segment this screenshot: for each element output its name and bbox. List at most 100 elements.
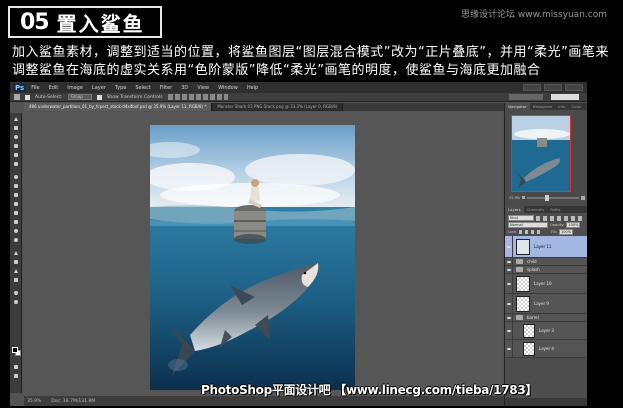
show-transform-checkbox[interactable]: [96, 94, 102, 100]
3d-mode-buttons[interactable]: [509, 94, 543, 100]
step-number: 05: [20, 9, 50, 35]
move-tool-icon[interactable]: [14, 94, 20, 100]
group-select-value: Group: [70, 94, 83, 99]
menu-edit[interactable]: Edit: [49, 85, 59, 91]
zoom-slider[interactable]: [527, 194, 579, 201]
navigator-panel-tabs: Navigator Histogram Info Color: [505, 103, 587, 110]
layer-thumbnail: [516, 238, 530, 255]
tab-layers[interactable]: Layers: [505, 206, 524, 213]
menu-image[interactable]: Image: [67, 85, 83, 91]
filter-icons[interactable]: [536, 215, 582, 221]
menu-filter[interactable]: Filter: [160, 85, 172, 91]
layers-footer-buttons[interactable]: [505, 398, 587, 406]
eraser-tool-icon[interactable]: [12, 209, 20, 217]
brush-tool-icon[interactable]: [12, 182, 20, 190]
menu-type[interactable]: Type: [115, 85, 126, 91]
layer-row[interactable]: Layer 3: [505, 322, 587, 340]
visibility-eye-icon[interactable]: [505, 340, 513, 357]
layer-row[interactable]: Layer 10: [505, 274, 587, 294]
screen-mode-icon[interactable]: [12, 372, 20, 380]
align-buttons[interactable]: [167, 94, 228, 100]
layer-name: barrel: [527, 315, 539, 320]
eyedropper-tool-icon[interactable]: [12, 160, 20, 168]
move-tool-icon[interactable]: [12, 115, 20, 123]
clone-stamp-tool-icon[interactable]: [12, 191, 20, 199]
menu-3d[interactable]: 3D: [181, 85, 188, 91]
menu-view[interactable]: View: [197, 85, 209, 91]
visibility-eye-icon[interactable]: [505, 266, 513, 273]
visibility-eye-icon[interactable]: [505, 314, 513, 321]
canvas-area[interactable]: [23, 112, 503, 396]
lock-label: Lock:: [508, 230, 518, 234]
maximize-button[interactable]: [544, 84, 562, 91]
menu-window[interactable]: Window: [218, 85, 238, 91]
group-select[interactable]: Group: [67, 94, 92, 100]
layer-thumbnail: [516, 295, 530, 312]
zoom-out-icon[interactable]: [522, 196, 526, 199]
type-tool-icon[interactable]: [12, 258, 20, 266]
layers-panel-tabs: Layers Channels Paths: [505, 206, 587, 213]
opacity-field[interactable]: 100%: [566, 222, 581, 228]
lock-icons[interactable]: [519, 230, 544, 234]
minimize-button[interactable]: [523, 84, 541, 91]
close-button[interactable]: [565, 84, 583, 91]
path-select-tool-icon[interactable]: [12, 267, 20, 275]
tab-underwater-psd[interactable]: 486 underwater_partition_01_by_fcpest_st…: [24, 103, 213, 111]
layer-filter-row: Kind: [508, 215, 582, 221]
menu-select[interactable]: Select: [135, 85, 150, 91]
layer-group-row[interactable]: barrel: [505, 314, 587, 322]
filter-kind-select[interactable]: Kind: [508, 215, 534, 221]
layer-row[interactable]: Layer 4: [505, 340, 587, 358]
visibility-eye-icon[interactable]: [505, 322, 513, 339]
quick-mask-icon[interactable]: [12, 363, 20, 371]
fill-field[interactable]: 100%: [559, 229, 574, 235]
blend-mode-select[interactable]: Normal: [508, 222, 548, 228]
zoom-tool-icon[interactable]: [12, 298, 20, 306]
zoom-in-icon[interactable]: [581, 195, 585, 200]
tab-color[interactable]: Color: [568, 103, 584, 110]
menu-help[interactable]: Help: [247, 85, 258, 91]
healing-brush-tool-icon[interactable]: [12, 173, 20, 181]
layer-group-row[interactable]: splash: [505, 266, 587, 274]
dodge-tool-icon[interactable]: [12, 236, 20, 244]
tab-info[interactable]: Info: [555, 103, 568, 110]
step-title: 置入鲨鱼: [56, 11, 145, 36]
tab-channels[interactable]: Channels: [524, 206, 548, 213]
auto-select-checkbox[interactable]: [25, 94, 30, 100]
crop-tool-icon[interactable]: [12, 151, 20, 159]
gradient-tool-icon[interactable]: [12, 218, 20, 226]
watermark: 思缘设计论坛 www.missyuan.com: [461, 10, 607, 20]
visibility-eye-icon[interactable]: [505, 294, 513, 313]
layer-row[interactable]: Layer 9: [505, 294, 587, 314]
tab-navigator[interactable]: Navigator: [505, 103, 530, 110]
lasso-tool-icon[interactable]: [12, 133, 20, 141]
layer-group-row[interactable]: child: [505, 258, 587, 266]
document-image[interactable]: [150, 125, 355, 390]
visibility-eye-icon[interactable]: [505, 258, 513, 265]
tab-histogram[interactable]: Histogram: [530, 103, 556, 110]
menu-file[interactable]: File: [31, 85, 39, 91]
workspace-select[interactable]: [551, 94, 579, 100]
visibility-eye-icon[interactable]: [505, 274, 513, 293]
menu-layer[interactable]: Layer: [92, 85, 106, 91]
step-description: 加入鲨鱼素材，调整到适当的位置，将鲨鱼图层“图层混合模式”改为“正片叠底”，并用…: [12, 45, 609, 78]
foreground-color-swatch[interactable]: [12, 347, 18, 353]
scene-illustration: [150, 125, 355, 390]
tab-shark-png[interactable]: Monster Shark 03 PNG Stock.png @ 33.3% (…: [212, 103, 344, 111]
hand-tool-icon[interactable]: [12, 289, 20, 297]
history-brush-tool-icon[interactable]: [12, 200, 20, 208]
shape-tool-icon[interactable]: [12, 276, 20, 284]
navigator-zoom: 35.9%: [509, 194, 585, 201]
zoom-slider-knob[interactable]: [545, 194, 550, 201]
layer-row[interactable]: Layer 11: [505, 236, 587, 258]
marquee-tool-icon[interactable]: [12, 124, 20, 132]
visibility-eye-icon[interactable]: [505, 236, 513, 257]
layer-list: Layer 11 child splash Layer 10 Layer 9 b…: [505, 236, 587, 358]
zoom-level[interactable]: 35.9%: [27, 399, 41, 404]
fill-label: Fill:: [551, 230, 558, 234]
navigator-preview[interactable]: [511, 115, 571, 192]
tab-paths[interactable]: Paths: [547, 206, 563, 213]
blur-tool-icon[interactable]: [12, 227, 20, 235]
pen-tool-icon[interactable]: [12, 249, 20, 257]
quick-select-tool-icon[interactable]: [12, 142, 20, 150]
